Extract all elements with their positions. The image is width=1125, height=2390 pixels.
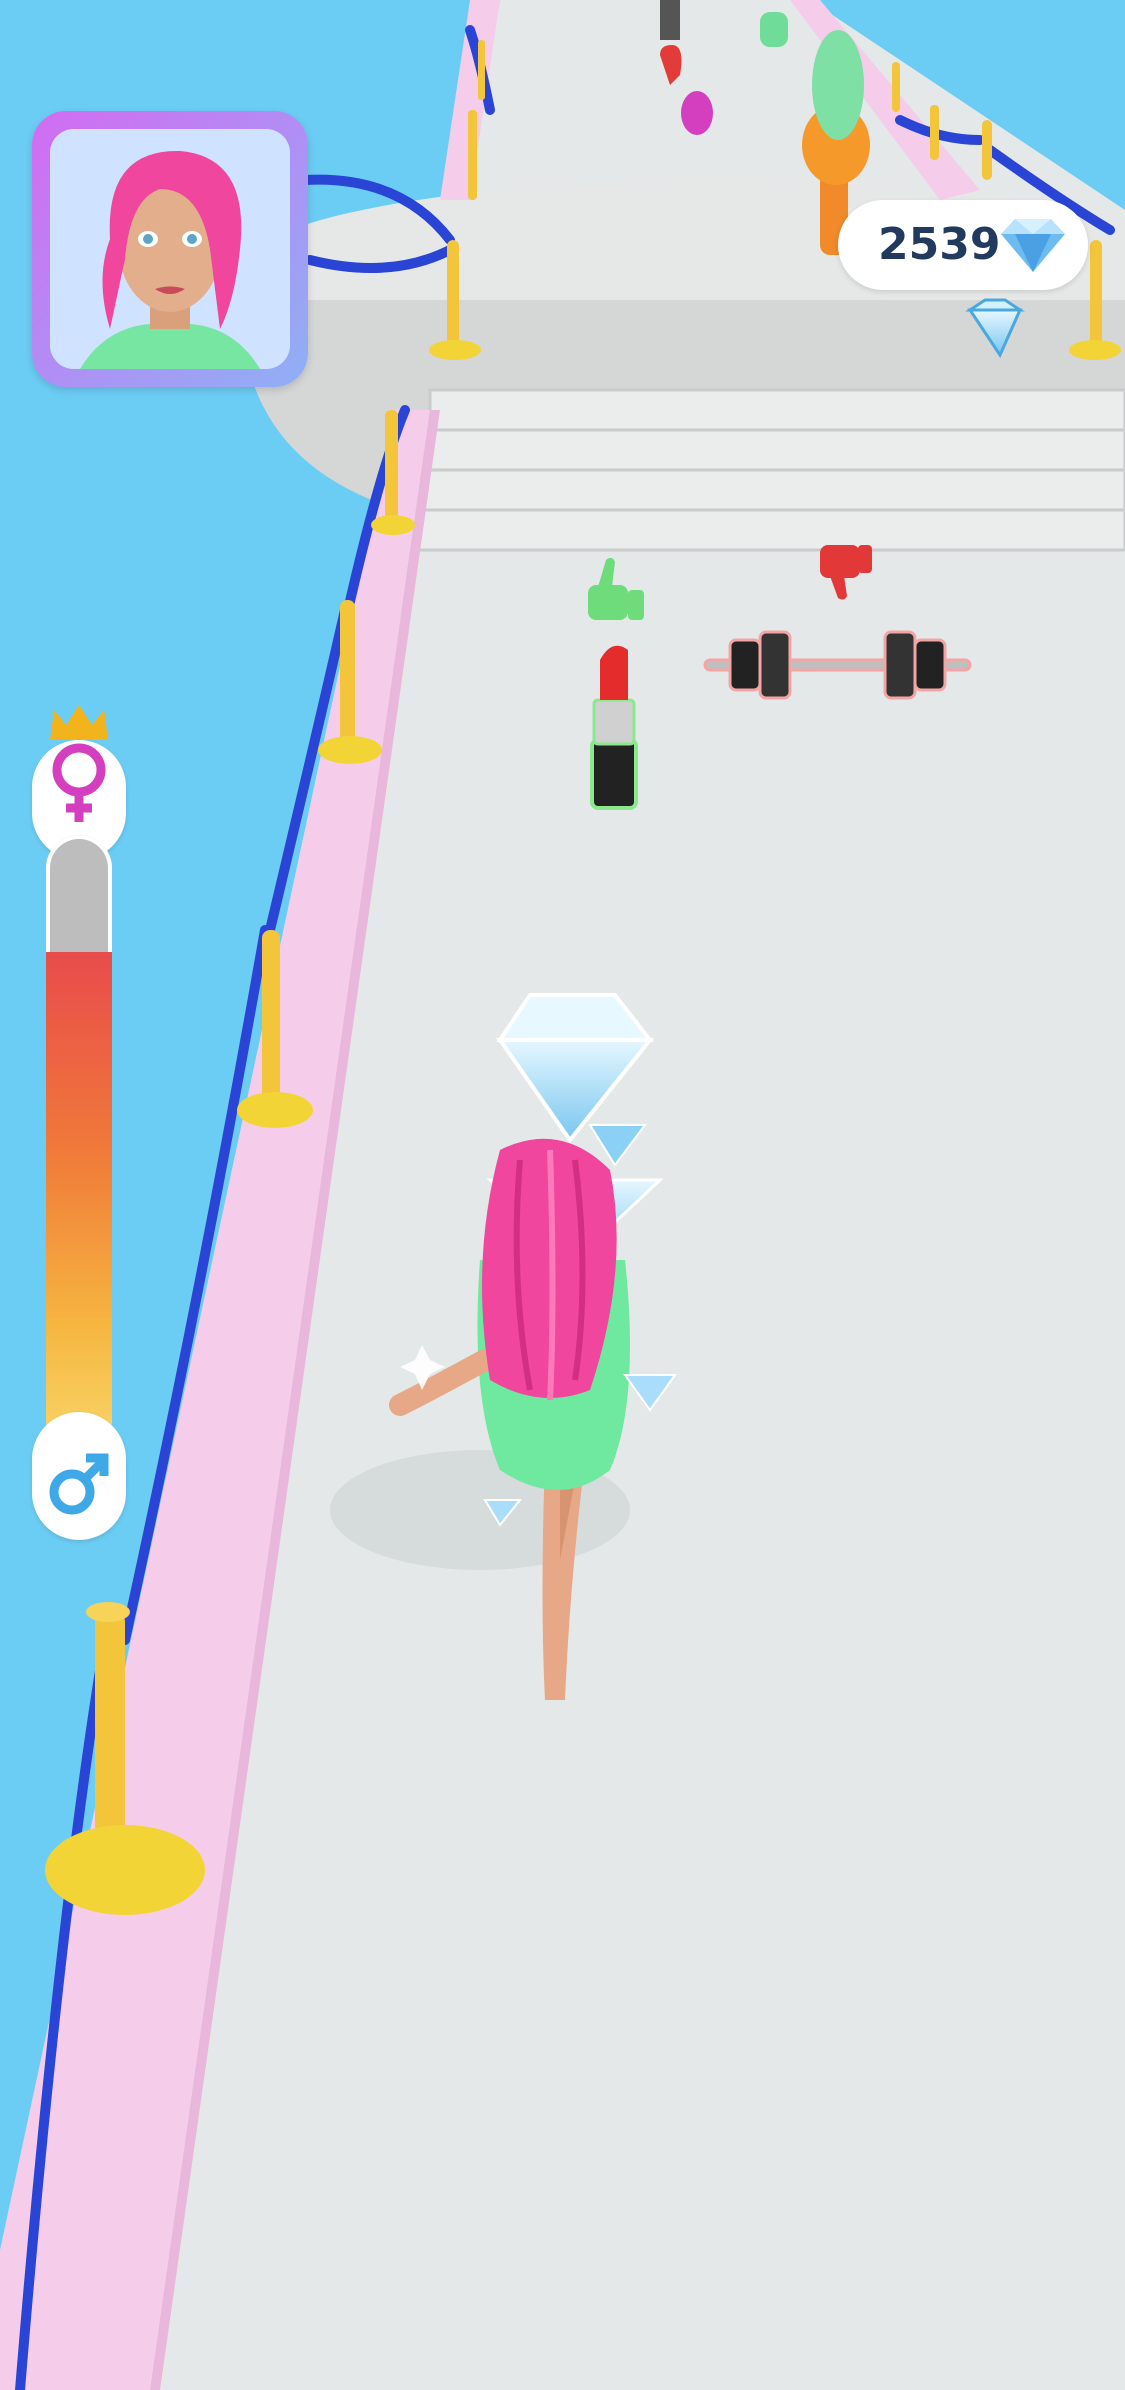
avatar [50, 129, 290, 369]
meter-fill [46, 952, 112, 1452]
gender-meter [32, 700, 126, 1540]
stairs [413, 388, 1125, 552]
meter-track [46, 835, 112, 1452]
gem-counter: 2539 [838, 200, 1088, 290]
male-icon [49, 1453, 109, 1515]
character-portrait [32, 111, 308, 387]
diamond-icon [1001, 219, 1065, 272]
gem-count: 2539 [878, 219, 1001, 270]
female-crown-icon [50, 705, 108, 822]
